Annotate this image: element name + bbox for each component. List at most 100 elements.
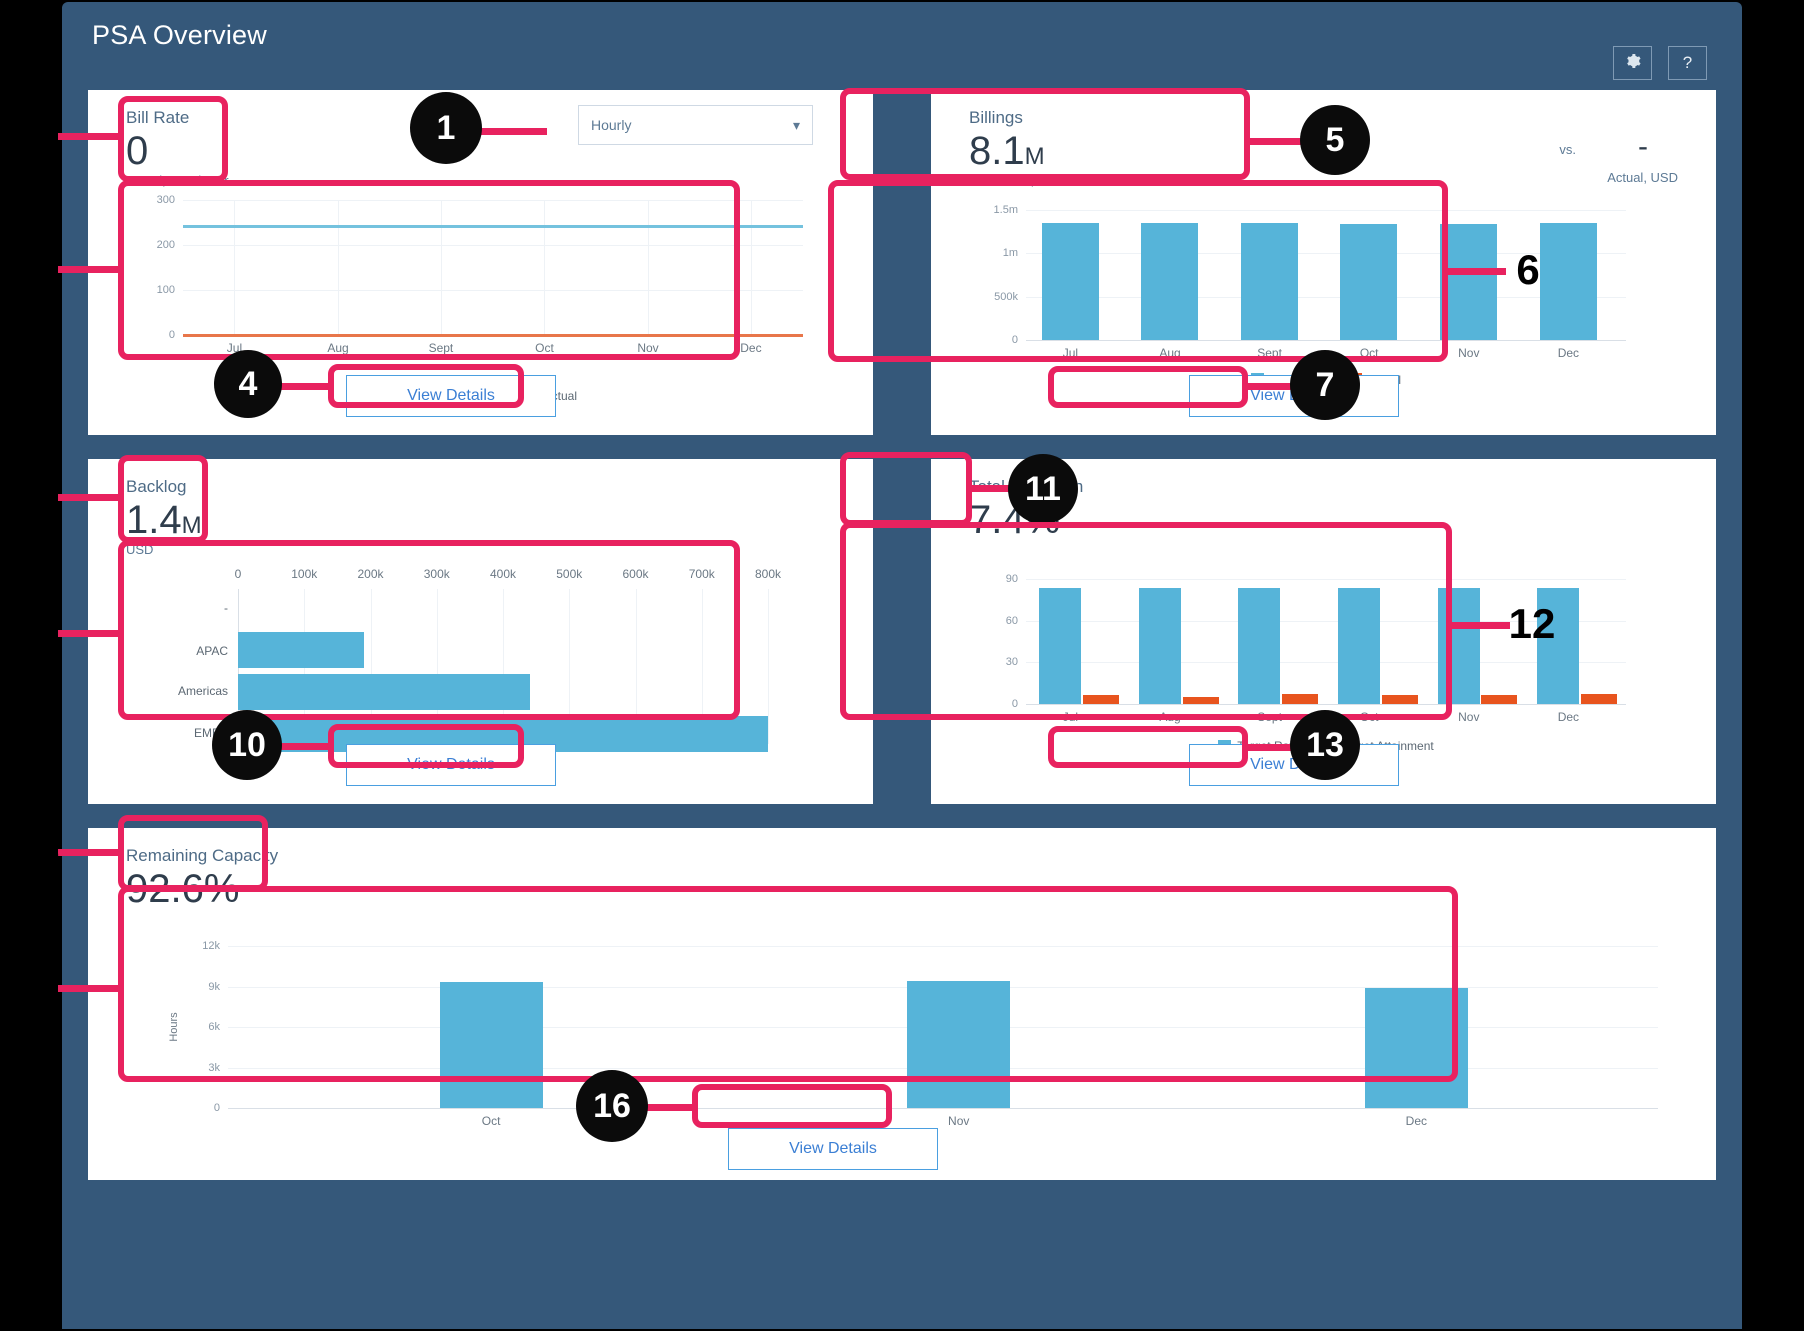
billings-chart: 1.5m 1m 500k 0 Jul Aug Sept Oct Nov Dec [994,204,1626,387]
utilization-plot: 90 60 30 0 Jul Aug Sept Oct Nov Dec [1006,573,1626,724]
capacity-ytick-9k: 9k [208,980,220,993]
annotation-badge-15: 15 [11,962,59,1009]
utilization-label: Total Utilization [969,477,1084,496]
backlog-xtick-800k: 800k [754,567,782,581]
capacity-xtick-nov: Nov [948,1114,970,1128]
utilization-xtick-jul: Jul [1062,710,1079,724]
bill-rate-xtick-sept: Sept [428,341,454,355]
backlog-bar-apac [238,632,365,669]
bill-rate-xtick-oct: Oct [535,341,554,355]
billings-view-details-button[interactable]: View Details [1189,375,1399,417]
backlog-view-details-button[interactable]: View Details [346,744,556,786]
backlog-chart: 0 100k 200k 300k 400k 500k 600k 700k 800… [178,567,781,752]
bill-rate-value: 0 [126,129,149,173]
bill-rate-view-details-button[interactable]: View Details [346,375,556,417]
utilization-xtick-dec: Dec [1557,710,1580,724]
billings-plot: 1.5m 1m 500k 0 Jul Aug Sept Oct Nov Dec [994,204,1626,360]
billings-xtick-nov: Nov [1458,346,1480,360]
capacity-value: 92.6% [126,867,240,911]
billings-ytick-0: 0 [1011,334,1018,346]
backlog-xtick-0: 0 [234,567,242,581]
backlog-label: Backlog [126,477,187,496]
capacity-kpi: Remaining Capacity 92.6% [126,846,278,910]
utilization-bar-attain-dec [1581,694,1617,704]
capacity-bar-nov [907,980,1011,1108]
backlog-xtick-100k: 100k [291,567,318,581]
utilization-ytick-0: 0 [1011,698,1018,710]
help-button[interactable]: ? [1668,46,1707,80]
utilization-xtick-sept: Sept [1257,710,1282,724]
billings-sub-right: Actual, USD [1607,170,1678,185]
billings-xtick-dec: Dec [1557,346,1580,360]
capacity-xtick-dec: Dec [1405,1114,1427,1128]
utilization-bar-target-sept [1238,587,1281,704]
backlog-row-label-americas: Americas [177,684,228,699]
utilization-xtick-aug: Aug [1159,710,1181,724]
bill-rate-view-details-label: View Details [407,387,495,404]
capacity-bar-dec [1364,987,1468,1108]
header-actions: ? [1613,46,1707,80]
bill-rate-ytick-0: 0 [168,329,175,341]
dashboard-row-1: Bill Rate 0 Actual, USD/Hour Hourly ▾ 30… [88,90,1716,435]
card-total-utilization: Total Utilization 7.4% 90 60 30 0 Jul Au… [931,459,1716,804]
utilization-view-details-label: View Details [1250,756,1338,773]
bill-rate-chart: 300 200 100 0 Jul Aug Sept Oct Nov Dec A… [157,194,803,403]
billings-xtick-sept: Sept [1257,346,1282,360]
capacity-plot: 12k 9k 6k 3k 0 Hours Oct Nov Dec [168,940,1658,1128]
backlog-value-number: 1.4 [126,498,182,542]
backlog-value: 1.4M [126,499,202,541]
backlog-sub: USD [126,542,154,557]
billings-kpi: Billings 8.1M Scheduled, USD [969,108,1065,188]
billings-view-details-label: View Details [1250,387,1338,404]
utilization-bar-attain-jul [1083,695,1119,704]
backlog-view-details-label: View Details [407,756,495,773]
backlog-bar-americas [238,674,530,710]
utilization-bar-attain-sept [1282,694,1319,704]
utilization-bar-target-jul [1039,587,1082,704]
utilization-bar-attain-nov [1481,695,1518,704]
card-bill-rate: Bill Rate 0 Actual, USD/Hour Hourly ▾ 30… [88,90,873,435]
billings-bar-aug [1141,223,1199,340]
chevron-down-icon: ▾ [792,116,800,133]
utilization-ytick-90: 90 [1005,573,1018,585]
bill-rate-period-value: Hourly [591,117,632,133]
question-icon: ? [1682,53,1693,72]
backlog-xtick-300k: 300k [423,567,450,581]
bill-rate-period-select[interactable]: Hourly ▾ [578,105,813,145]
card-billings: Billings 8.1M Scheduled, USD vs. - Actua… [931,90,1716,435]
backlog-row-label-blank: - [224,600,228,615]
capacity-ytick-3k: 3k [208,1061,220,1074]
billings-bar-jul [1041,223,1099,340]
capacity-ytick-6k: 6k [208,1021,220,1033]
utilization-ytick-30: 30 [1005,656,1018,669]
annotation-badge-8: 8 [28,471,52,518]
billings-sub: Scheduled, USD [969,173,1066,188]
utilization-bar-target-dec [1537,587,1580,704]
dashboard-row-2: Backlog 1.4M USD 0 100k 200k 300k 400k 5… [88,459,1716,804]
utilization-bar-attain-oct [1381,695,1418,704]
capacity-view-details-label: View Details [789,1140,877,1157]
backlog-xtick-400k: 400k [489,567,517,581]
billings-ytick-1-5m: 1.5m [993,204,1018,216]
card-remaining-capacity: Remaining Capacity 92.6% 12k 9k 6k 3k 0 … [88,828,1716,1180]
bill-rate-xtick-dec: Dec [740,341,762,355]
application-window: PSA Overview ? Bill Rate 0 Actual, USD/H… [62,2,1742,1329]
billings-ytick-1m: 1m [1002,247,1018,260]
backlog-xtick-600k: 600k [622,567,649,581]
utilization-ytick-60: 60 [1005,614,1018,627]
screenshot-root: PSA Overview ? Bill Rate 0 Actual, USD/H… [0,0,1804,1331]
annotation-badge-14: 14 [11,826,59,873]
billings-bar-nov [1440,224,1497,340]
settings-button[interactable] [1613,46,1652,80]
capacity-view-details-button[interactable]: View Details [728,1128,938,1170]
bill-rate-label: Bill Rate [126,108,190,127]
billings-xtick-aug: Aug [1159,346,1181,360]
bill-rate-ytick-100: 100 [156,283,175,296]
billings-xtick-oct: Oct [1359,346,1379,360]
bill-rate-sub: Actual, USD/Hour [126,173,229,188]
billings-bar-oct [1340,224,1398,340]
utilization-value: 7.4% [969,498,1061,542]
utilization-view-details-button[interactable]: View Details [1189,744,1399,786]
gear-icon [1625,53,1641,74]
utilization-bar-target-nov [1437,587,1480,704]
